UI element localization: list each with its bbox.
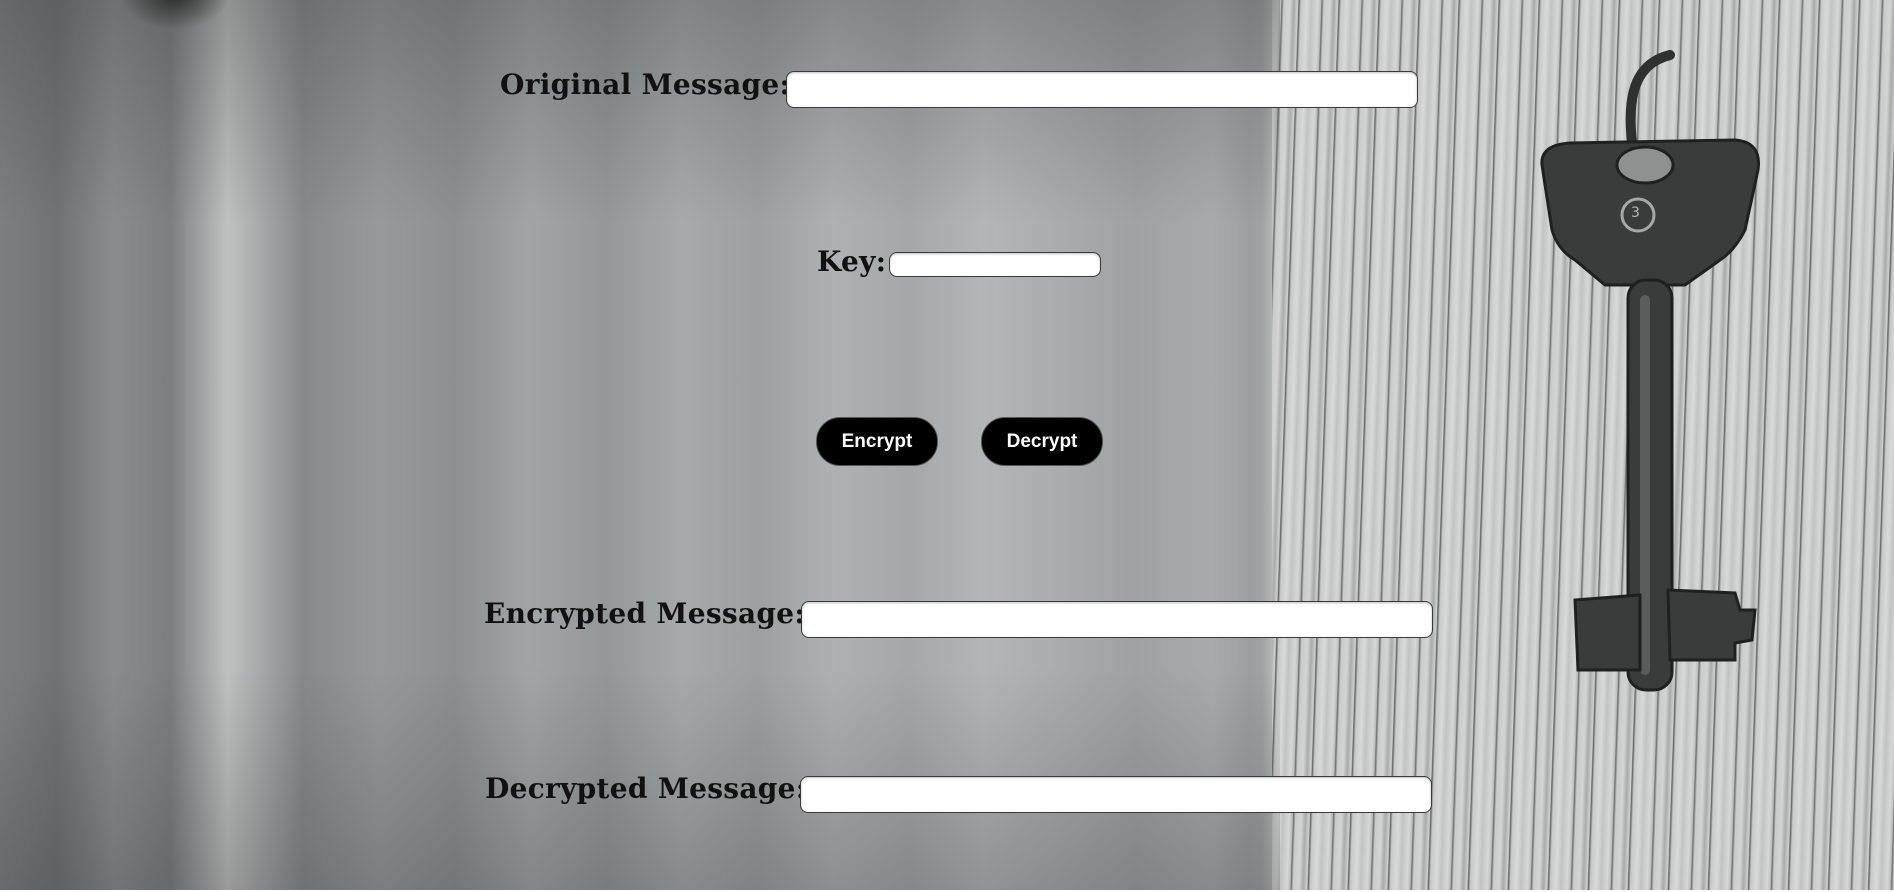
original-message-label: Original Message: [500, 68, 791, 101]
encrypted-message-label: Encrypted Message: [484, 597, 806, 630]
original-message-input[interactable] [786, 71, 1418, 108]
svg-text:3: 3 [1631, 205, 1640, 221]
encrypt-button[interactable]: Encrypt [816, 417, 938, 466]
page-background: 3 Original Message: Key: Encrypt Decrypt… [0, 0, 1894, 890]
encrypted-message-input[interactable] [801, 601, 1433, 638]
key-icon: 3 [1540, 50, 1761, 692]
decrypt-button[interactable]: Decrypt [981, 417, 1103, 466]
key-label: Key: [817, 245, 887, 278]
decrypted-message-label: Decrypted Message: [485, 772, 807, 805]
key-input[interactable] [889, 252, 1101, 277]
decrypted-message-input[interactable] [800, 776, 1432, 813]
